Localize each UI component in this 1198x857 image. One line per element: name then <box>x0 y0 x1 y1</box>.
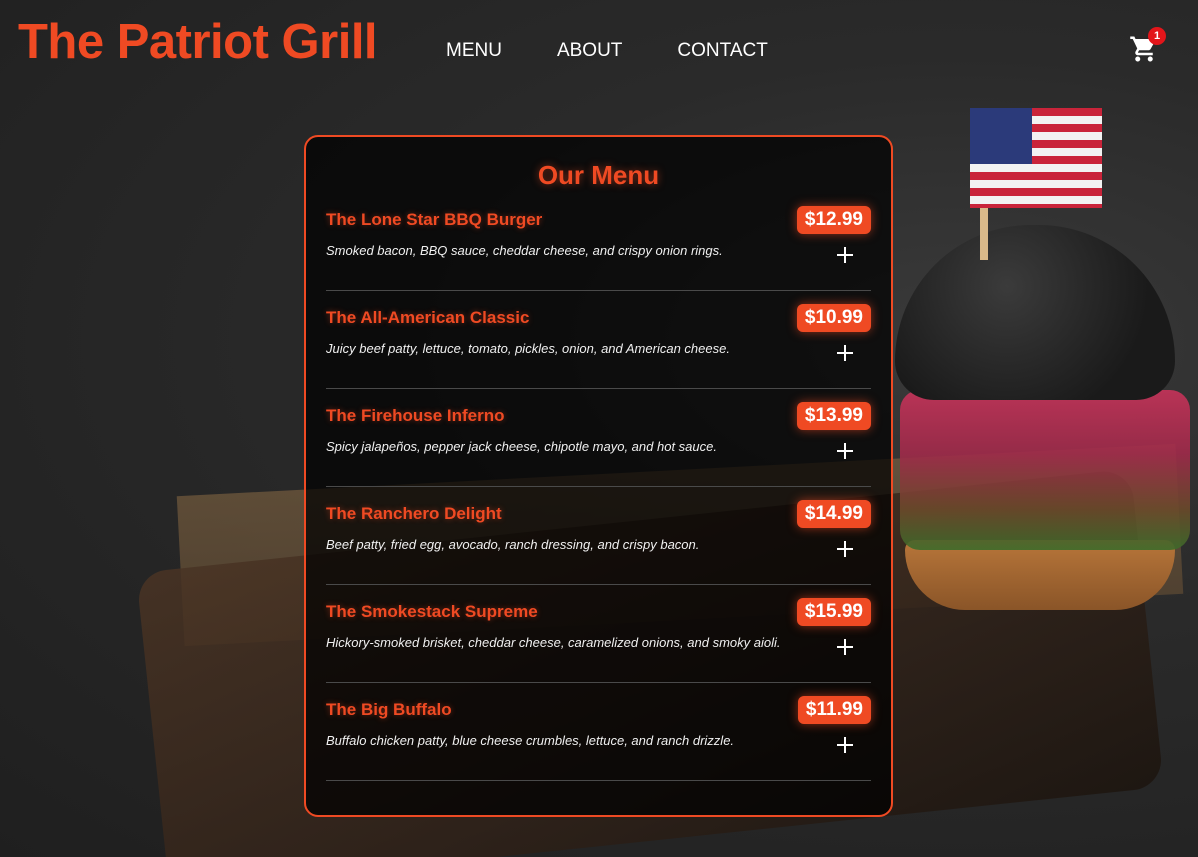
menu-item-price: $14.99 <box>796 500 871 528</box>
nav-menu[interactable]: MENU <box>446 40 502 62</box>
menu-item-description: Juicy beef patty, lettuce, tomato, pickl… <box>326 341 730 356</box>
menu-item-price: $15.99 <box>796 598 871 626</box>
menu-item-price: $10.99 <box>796 304 871 332</box>
nav-contact[interactable]: CONTACT <box>677 40 767 62</box>
background-burger-bun-top <box>895 225 1175 400</box>
menu-item: The Big Buffalo $11.99 Buffalo chicken p… <box>326 683 871 781</box>
menu-item-name: The Smokestack Supreme <box>326 602 538 621</box>
menu-title: Our Menu <box>537 160 660 190</box>
menu-item-price: $11.99 <box>797 696 871 724</box>
menu-item-description: Smoked bacon, BBQ sauce, cheddar cheese,… <box>326 243 723 258</box>
menu-item-name: The Ranchero Delight <box>326 504 502 523</box>
main-nav: MENU ABOUT CONTACT <box>446 40 768 62</box>
menu-item: The Firehouse Inferno $13.99 Spicy jalap… <box>326 389 871 487</box>
background-flag-stick <box>980 200 988 260</box>
menu-item-price: $12.99 <box>796 206 871 234</box>
add-to-cart-plus-icon[interactable] <box>835 245 855 265</box>
add-to-cart-plus-icon[interactable] <box>835 637 855 657</box>
menu-item-price: $13.99 <box>796 402 871 430</box>
add-to-cart-plus-icon[interactable] <box>835 441 855 461</box>
background-burger-filling <box>900 390 1190 550</box>
site-logo[interactable]: The Patriot Grill <box>18 14 378 70</box>
menu-item: The Ranchero Delight $14.99 Beef patty, … <box>326 487 871 585</box>
menu-item: The Lone Star BBQ Burger $12.99 Smoked b… <box>326 193 871 291</box>
menu-item-name: The All-American Classic <box>326 308 530 327</box>
add-to-cart-plus-icon[interactable] <box>835 343 855 363</box>
menu-item-description: Spicy jalapeños, pepper jack cheese, chi… <box>326 439 717 454</box>
menu-item-description: Buffalo chicken patty, blue cheese crumb… <box>326 733 735 748</box>
background-burger-bun-bottom <box>905 540 1175 610</box>
menu-item-name: The Lone Star BBQ Burger <box>326 210 543 229</box>
background-flag-canton <box>970 108 1032 164</box>
nav-about[interactable]: ABOUT <box>557 40 622 62</box>
menu-item-name: The Firehouse Inferno <box>326 406 505 425</box>
menu-item-description: Beef patty, fried egg, avocado, ranch dr… <box>326 537 700 552</box>
add-to-cart-plus-icon[interactable] <box>835 539 855 559</box>
menu-item: The Smokestack Supreme $15.99 Hickory-sm… <box>326 585 871 683</box>
menu-panel: Our Menu The Lone Star BBQ Burger $12.99… <box>304 135 893 817</box>
add-to-cart-plus-icon[interactable] <box>835 735 855 755</box>
menu-item: The All-American Classic $10.99 Juicy be… <box>326 291 871 389</box>
menu-item-description: Hickory-smoked brisket, cheddar cheese, … <box>326 635 781 650</box>
cart-count-badge: 1 <box>1148 27 1166 45</box>
menu-item-list: The Lone Star BBQ Burger $12.99 Smoked b… <box>326 193 871 781</box>
menu-item-name: The Big Buffalo <box>326 700 452 719</box>
